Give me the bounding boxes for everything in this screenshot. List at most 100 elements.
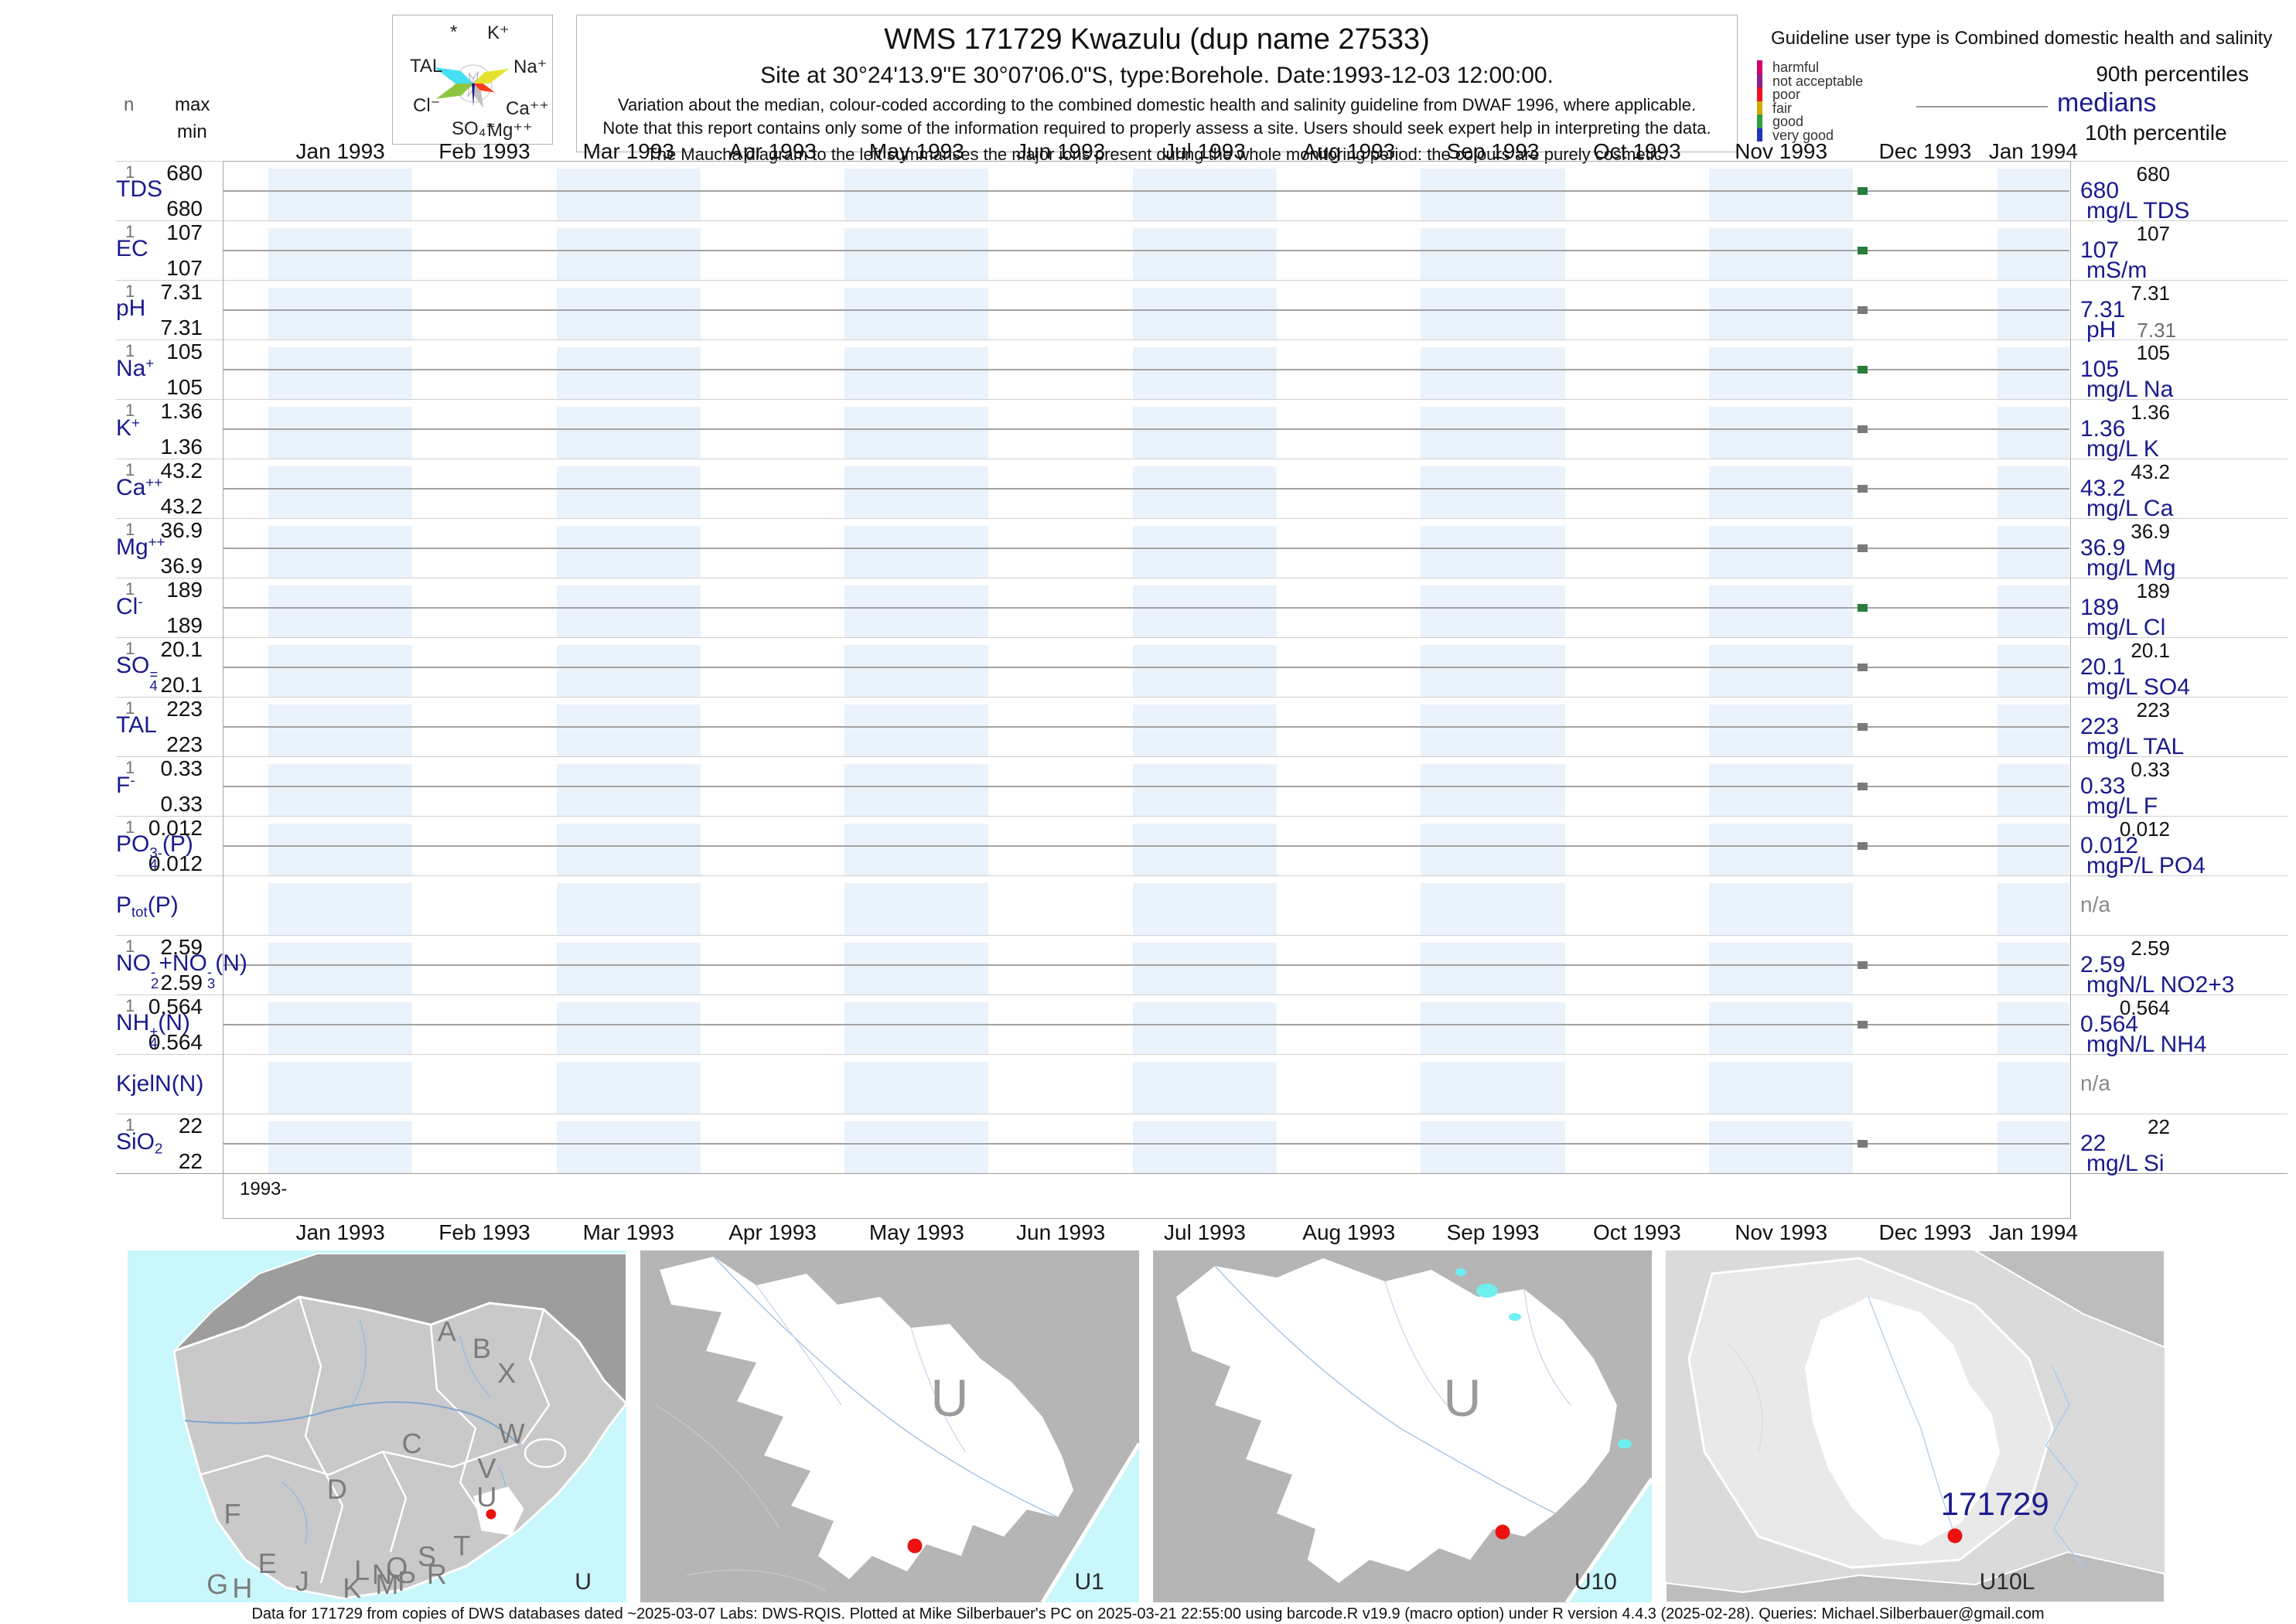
- map-catchment-u: U U1: [640, 1250, 1139, 1602]
- param-row-right-cl: 189 189 mg/L Cl: [2074, 578, 2291, 640]
- drainage-region-letter: R: [426, 1557, 447, 1590]
- p10-legend-label: 10th percentile: [2085, 121, 2227, 145]
- param-row-left-ph: 1 7.31 7.31 pH: [93, 280, 223, 339]
- max-value: 43.2: [160, 459, 203, 483]
- drainage-region-letter: F: [223, 1498, 241, 1530]
- param-row-right-f: 0.33 0.33 mg/L F: [2074, 756, 2291, 819]
- p90-value: 189: [2136, 579, 2170, 602]
- maucha-diagram-panel: * K⁺ TAL Na⁺ Cl⁻ Ca⁺⁺ SO₄⁼ Mg⁺⁺: [392, 15, 553, 145]
- chart-frame: [223, 161, 2071, 1219]
- guideline-color-harmful: [1757, 60, 1762, 74]
- p90-value: 22: [2148, 1115, 2170, 1138]
- maucha-label-mg: Mg⁺⁺: [487, 120, 533, 141]
- param-row-left-f: 1 0.33 0.33 F-: [93, 756, 223, 816]
- p90-value: 36.9: [2131, 520, 2170, 543]
- param-label-na: Na+: [116, 355, 155, 382]
- drainage-region-letter: G: [206, 1568, 229, 1601]
- param-label-f: F-: [116, 772, 135, 799]
- param-row-left-nh4: 1 0.564 0.564 NH +4 (N): [93, 995, 223, 1054]
- param-row-left-ptot: Ptot(P): [93, 875, 223, 935]
- param-row-left-kjeln: KjelN(N): [93, 1054, 223, 1114]
- p90-value: 2.59: [2131, 937, 2170, 960]
- min-value: 1.36: [160, 435, 203, 459]
- site-marker-dot: [1947, 1528, 1963, 1544]
- p90-legend-label: 90th percentiles: [2096, 62, 2249, 86]
- max-value: 107: [166, 220, 203, 244]
- month-label-bottom: Feb 1993: [438, 1220, 531, 1244]
- param-row-left-po4: 1 0.012 0.012 PO 3- 4 (P): [93, 816, 223, 875]
- site-marker-dot: [1495, 1524, 1510, 1540]
- param-row-right-mg: 36.9 36.9 mg/L Mg: [2074, 518, 2291, 581]
- min-value: 223: [166, 732, 203, 756]
- param-label-ph: pH: [116, 295, 146, 321]
- p90-value: 107: [2136, 222, 2170, 245]
- param-label-ec: EC: [116, 236, 148, 261]
- drainage-region-letter: C: [401, 1428, 422, 1460]
- drainage-region-letter: X: [497, 1357, 517, 1390]
- max-value: 189: [166, 578, 203, 602]
- param-row-right-na: 105 105 mg/L Na: [2074, 339, 2291, 402]
- param-label-cl: Cl-: [116, 593, 143, 620]
- param-row-right-po4: 0.012 0.012 mgP/L PO4: [2074, 816, 2291, 879]
- drainage-region-letter: E: [258, 1547, 277, 1579]
- guideline-class-label: poor: [1772, 87, 1801, 102]
- guideline-class-label: fair: [1772, 100, 1793, 116]
- max-value: 7.31: [160, 280, 203, 304]
- map-corner-label: U1: [1074, 1568, 1104, 1595]
- map-corner-label: U10L: [1979, 1568, 2035, 1595]
- p90-value: 223: [2136, 698, 2170, 722]
- param-row-right-no2no3: 2.59 2.59 mgN/L NO2+3: [2074, 935, 2291, 998]
- ion-sub-sup: +4: [149, 1023, 159, 1051]
- drainage-region-letter: T: [453, 1530, 471, 1562]
- param-row-right-tal: 223 223 mg/L TAL: [2074, 697, 2291, 759]
- param-row-right-nh4: 0.564 0.564 mgN/L NH4: [2074, 995, 2291, 1057]
- site-marker-dot: [907, 1538, 923, 1554]
- maucha-label-tal: TAL: [410, 56, 443, 77]
- month-label-bottom: Apr 1993: [728, 1220, 817, 1244]
- param-row-left-ec: 1 107 107 EC: [93, 220, 223, 280]
- maucha-label-k: K⁺: [487, 22, 510, 43]
- p90-value: 7.31: [2131, 281, 2170, 305]
- param-label-mg: Mg++: [116, 534, 165, 561]
- footer-provenance: Data for 171729 from copies of DWS datab…: [251, 1605, 2045, 1622]
- drainage-region-letter: H: [232, 1571, 253, 1602]
- site-id-label: 171729: [1940, 1485, 2049, 1522]
- maucha-label-cl: Cl⁻: [413, 95, 441, 116]
- ion-sub-sup: = 4: [149, 666, 159, 694]
- max-value: 105: [166, 339, 203, 363]
- param-label-so4: SO = 4: [116, 653, 159, 694]
- param-label-tds: TDS: [116, 176, 162, 202]
- max-value: 680: [166, 161, 203, 185]
- param-row-left-na: 1 105 105 Na+: [93, 339, 223, 399]
- param-label-sio2: SiO2: [116, 1129, 163, 1157]
- catchment-letter: U: [930, 1369, 969, 1428]
- na-value: n/a: [2080, 1071, 2110, 1095]
- max-value: 22: [178, 1114, 203, 1138]
- min-value: 107: [166, 256, 203, 280]
- param-label-po4: PO 3- 4 (P): [116, 831, 193, 872]
- report-page: n max min * K⁺ TAL Na⁺ Cl⁻ Ca⁺⁺ SO₄⁼ Mg⁺…: [0, 0, 2296, 1624]
- max-value: 36.9: [160, 518, 203, 542]
- drainage-region-letter: J: [295, 1564, 309, 1597]
- min-value: 20.1: [160, 673, 203, 697]
- param-row-right-tds: 680 680 mg/L TDS: [2074, 161, 2291, 223]
- min-value: 7.31: [160, 316, 203, 339]
- guideline-color-fair: [1757, 101, 1762, 114]
- param-row-right-kjeln: n/a: [2074, 1054, 2291, 1114]
- site-marker-dot: [486, 1509, 496, 1520]
- max-value: 20.1: [160, 637, 203, 661]
- month-label-bottom: Oct 1993: [1593, 1220, 1681, 1244]
- maucha-label-na: Na⁺: [513, 56, 548, 77]
- min-value: 36.9: [160, 554, 203, 578]
- month-label-bottom: Jun 1993: [1016, 1220, 1106, 1244]
- catchment-letter: U: [1443, 1369, 1482, 1428]
- site-subtitle: Site at 30°24'13.9"E 30°07'06.0"S, type:…: [760, 63, 1554, 88]
- month-label-bottom: May 1993: [868, 1220, 964, 1244]
- note-line-1: Variation about the median, colour-coded…: [617, 95, 1697, 114]
- param-row-left-cl: 1 189 189 Cl-: [93, 578, 223, 637]
- min-value: 0.33: [160, 792, 203, 816]
- max-column-header: max: [175, 94, 210, 115]
- min-value: 22: [178, 1149, 203, 1173]
- param-row-right-ptot: n/a: [2074, 875, 2291, 935]
- param-row-left-ca: 1 43.2 43.2 Ca++: [93, 459, 223, 518]
